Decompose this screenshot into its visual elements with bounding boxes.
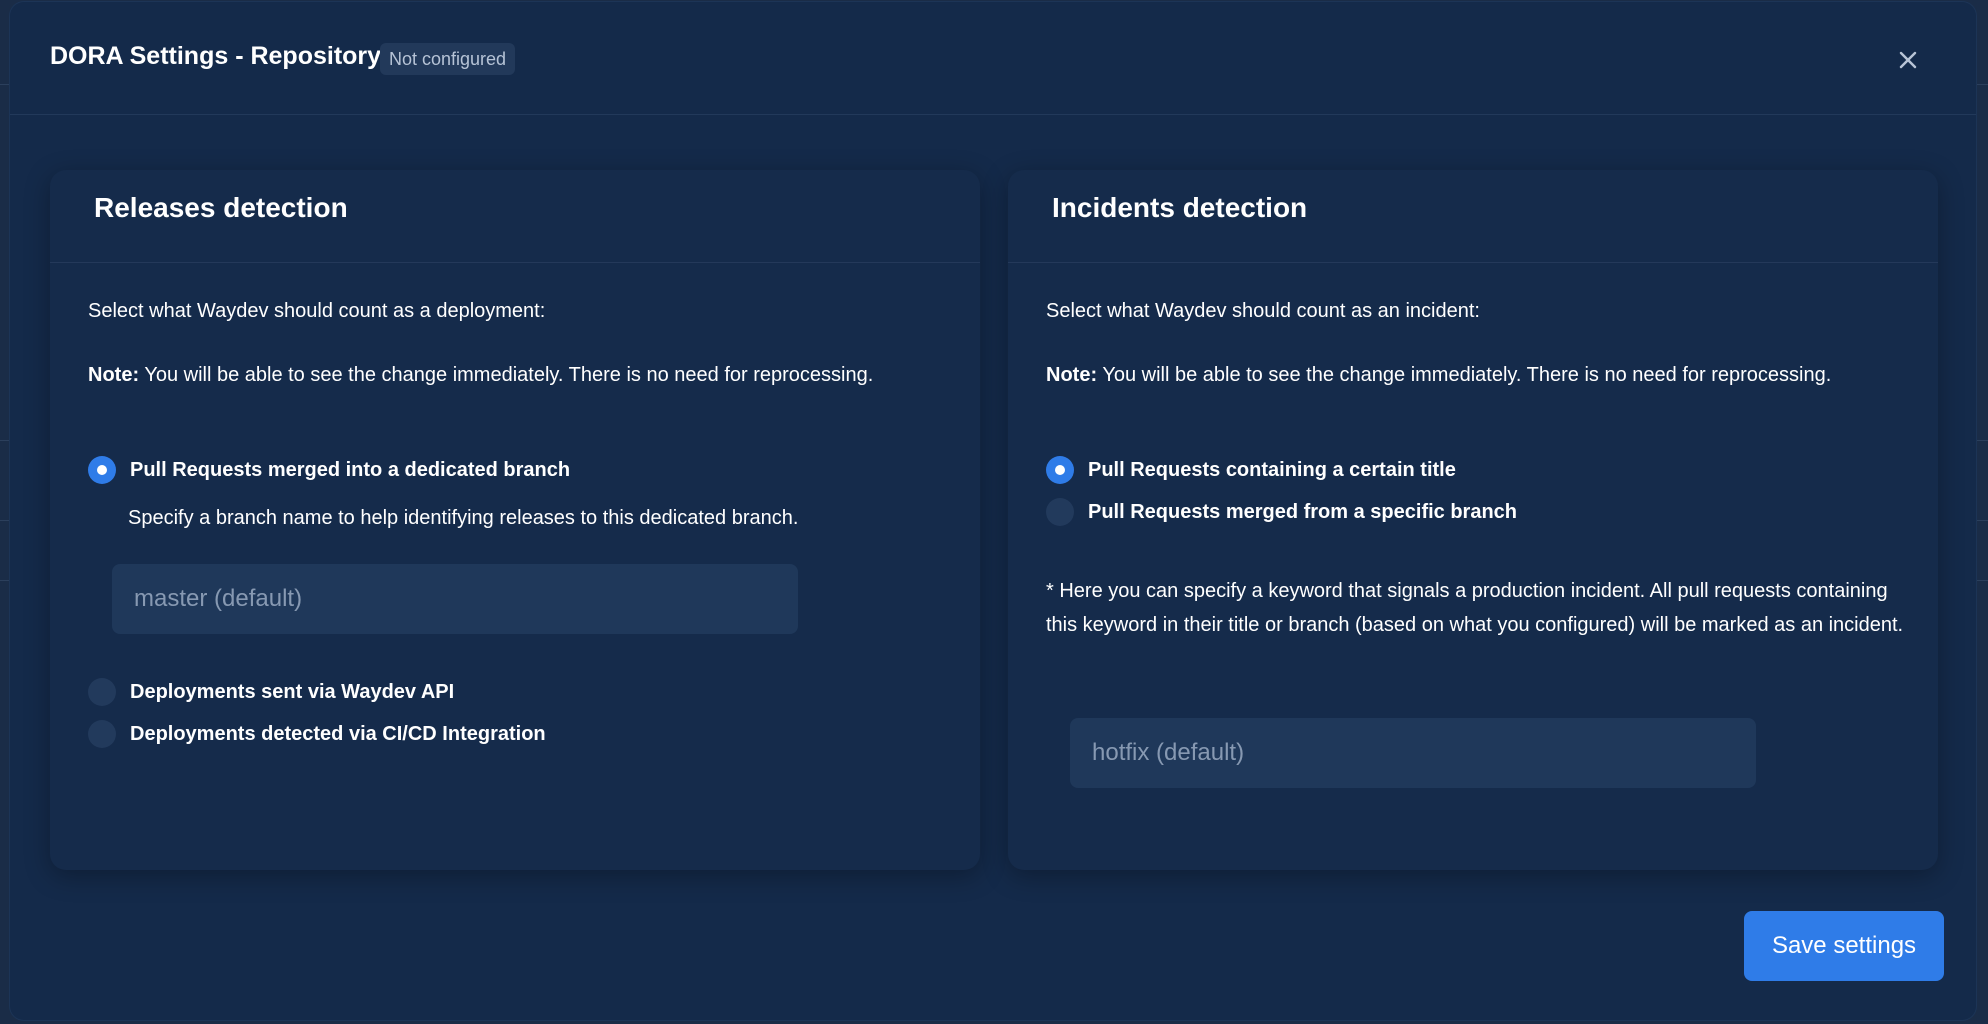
- radio-button[interactable]: [88, 720, 116, 748]
- dora-settings-modal: DORA Settings - Repository Not configure…: [10, 2, 1976, 1020]
- releases-note: Note: You will be able to see the change…: [88, 358, 908, 392]
- incidents-instruction: Select what Waydev should count as an in…: [1046, 300, 1480, 322]
- close-icon: [1899, 51, 1917, 69]
- note-label: Note:: [1046, 364, 1098, 386]
- releases-detection-card: Releases detection Select what Waydev sh…: [50, 170, 980, 870]
- save-settings-button[interactable]: Save settings: [1744, 911, 1944, 981]
- modal-title: DORA Settings - Repository: [50, 42, 382, 70]
- radio-button[interactable]: [88, 678, 116, 706]
- option-label: Pull Requests merged from a specific bra…: [1088, 501, 1518, 523]
- branch-name-input[interactable]: [112, 564, 798, 634]
- incidents-detection-card: Incidents detection Select what Waydev s…: [1008, 170, 1938, 870]
- modal-header: DORA Settings - Repository Not configure…: [10, 2, 1976, 115]
- radio-button[interactable]: [1046, 498, 1074, 526]
- releases-instruction: Select what Waydev should count as a dep…: [88, 300, 546, 322]
- incident-keyword-input[interactable]: [1070, 718, 1756, 788]
- radio-button-selected[interactable]: [88, 456, 116, 484]
- option-label: Deployments sent via Waydev API: [130, 681, 455, 703]
- keyword-help-text: * Here you can specify a keyword that si…: [1046, 580, 1904, 636]
- note-label: Note:: [88, 364, 140, 386]
- releases-title: Releases detection: [94, 192, 348, 223]
- radio-button-selected[interactable]: [1046, 456, 1074, 484]
- close-button[interactable]: [1890, 42, 1926, 78]
- card-divider: [50, 262, 980, 263]
- status-badge: Not configured: [380, 43, 516, 75]
- incidents-title: Incidents detection: [1052, 192, 1308, 223]
- option-label: Pull Requests containing a certain title: [1088, 459, 1456, 481]
- option-label: Pull Requests merged into a dedicated br…: [130, 459, 571, 481]
- note-text: You will be able to see the change immed…: [144, 364, 874, 386]
- branch-help-text: Specify a branch name to help identifyin…: [128, 507, 799, 529]
- option-label: Deployments detected via CI/CD Integrati…: [130, 723, 546, 745]
- card-divider: [1008, 262, 1938, 263]
- incidents-note: Note: You will be able to see the change…: [1046, 358, 1866, 392]
- note-text: You will be able to see the change immed…: [1102, 364, 1832, 386]
